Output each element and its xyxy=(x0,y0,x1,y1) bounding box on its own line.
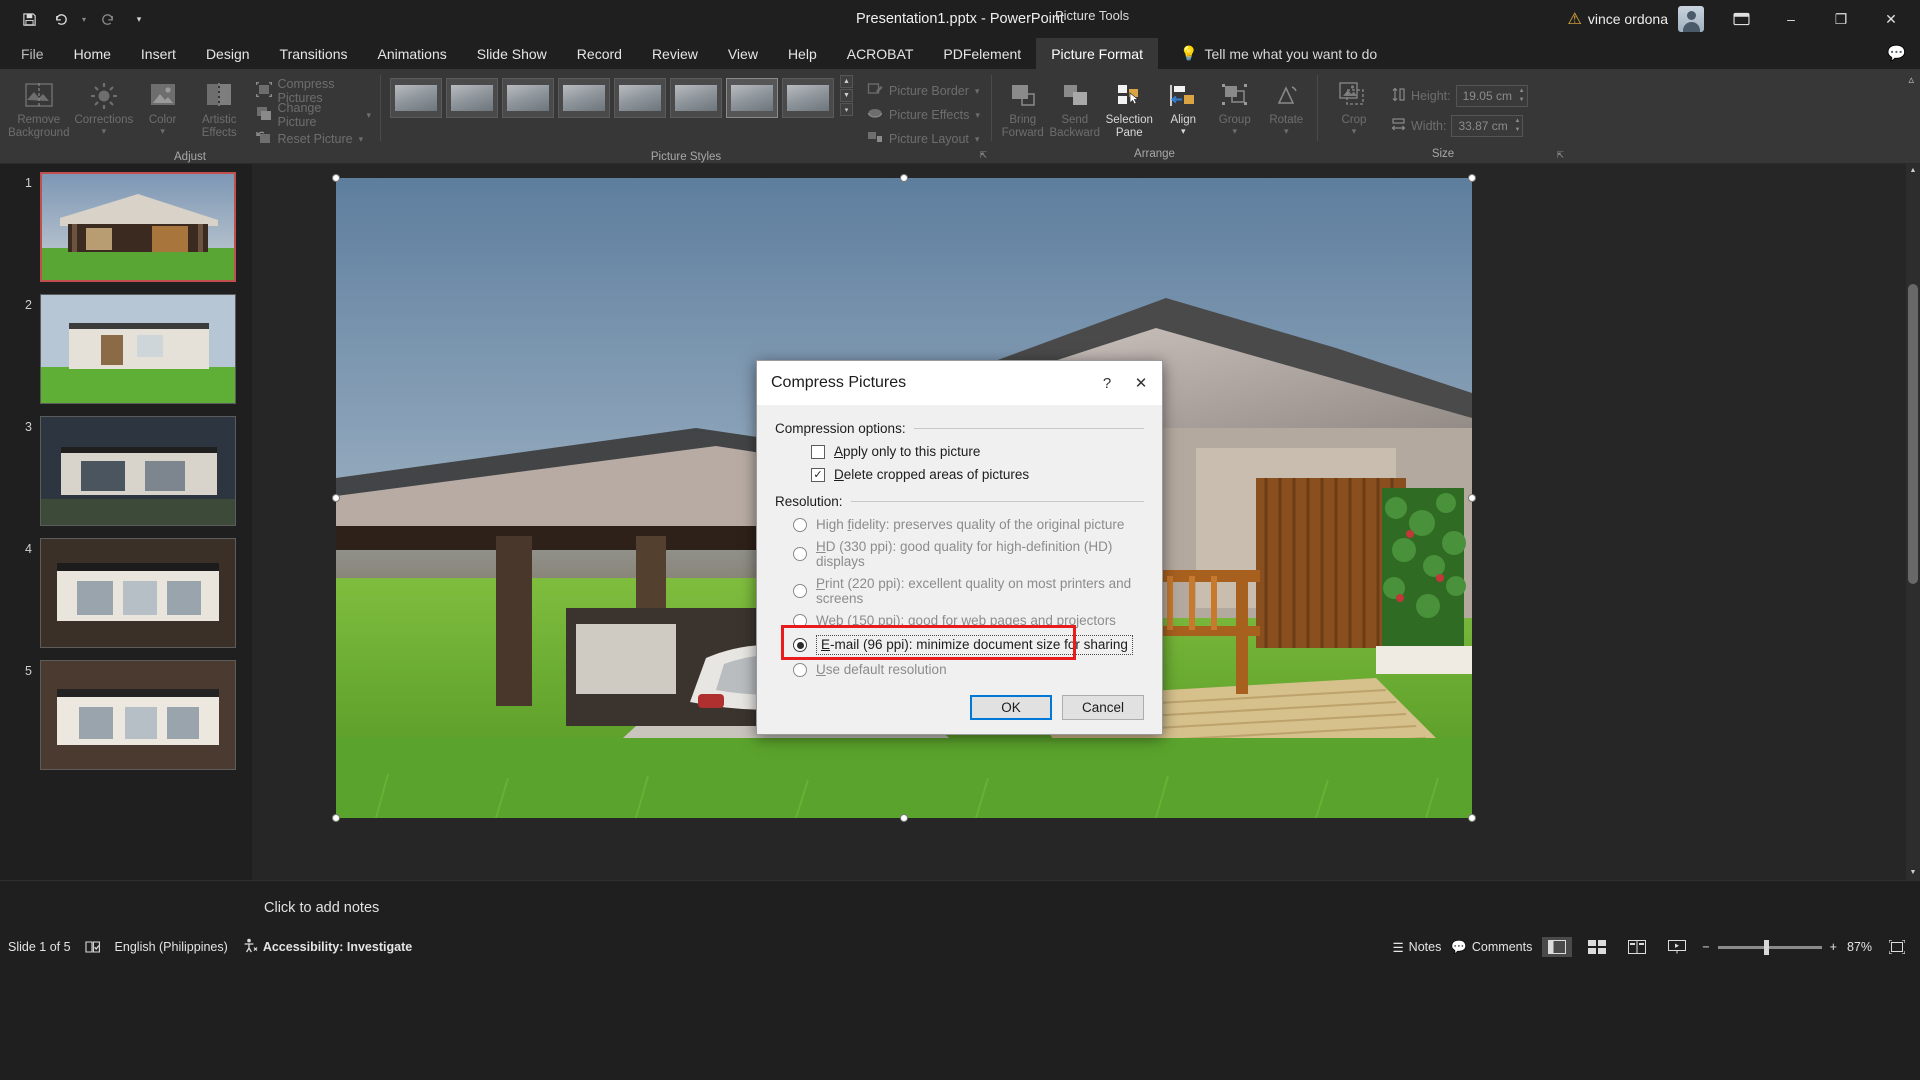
resolution-option-default[interactable]: Use default resolution xyxy=(793,662,1144,677)
radio-web[interactable] xyxy=(793,613,807,628)
radio-print-label: Print (220 ppi): excellent quality on mo… xyxy=(816,576,1132,606)
radio-use-default-label: Use default resolution xyxy=(816,662,947,677)
compression-options-header: Compression options: xyxy=(775,421,1144,436)
radio-high-fidelity[interactable] xyxy=(793,517,807,532)
apply-only-to-this-picture-label: Apply only to this picture xyxy=(834,444,981,459)
dialog-body: Compression options: Apply only to this … xyxy=(757,405,1162,677)
radio-email[interactable] xyxy=(793,638,807,652)
resolution-option-hd[interactable]: HD (330 ppi): good quality for high-defi… xyxy=(793,539,1144,569)
ok-button[interactable]: OK xyxy=(970,695,1052,720)
compression-options-label: Compression options: xyxy=(775,421,906,436)
modal-overlay: Compress Pictures ? ✕ Compression option… xyxy=(0,0,1920,1080)
compress-pictures-dialog[interactable]: Compress Pictures ? ✕ Compression option… xyxy=(756,360,1163,735)
apply-only-to-this-picture-checkbox-row[interactable]: Apply only to this picture xyxy=(811,444,1144,459)
divider xyxy=(850,501,1144,502)
resolution-label: Resolution: xyxy=(775,494,843,509)
resolution-option-print[interactable]: Print (220 ppi): excellent quality on mo… xyxy=(793,576,1144,606)
delete-cropped-areas-checkbox-row[interactable]: ✓ Delete cropped areas of pictures xyxy=(811,467,1144,482)
resolution-option-email[interactable]: E-mail (96 ppi): minimize document size … xyxy=(781,625,1144,660)
radio-print[interactable] xyxy=(793,584,807,598)
resolution-header: Resolution: xyxy=(775,494,1144,509)
radio-hd-label: HD (330 ppi): good quality for high-defi… xyxy=(816,539,1113,569)
delete-cropped-areas-label: Delete cropped areas of pictures xyxy=(834,467,1030,482)
dialog-title: Compress Pictures xyxy=(771,374,907,391)
dialog-footer: OK Cancel xyxy=(757,681,1162,734)
resolution-option-web[interactable]: Web (150 ppi): good for web pages and pr… xyxy=(793,613,1144,628)
dialog-title-bar: Compress Pictures ? ✕ xyxy=(757,361,1162,405)
radio-hd[interactable] xyxy=(793,547,807,561)
apply-only-to-this-picture-checkbox[interactable] xyxy=(811,444,825,459)
help-icon[interactable]: ? xyxy=(1090,368,1124,398)
radio-web-label: Web (150 ppi): good for web pages and pr… xyxy=(816,613,1116,628)
delete-cropped-areas-checkbox[interactable]: ✓ xyxy=(811,467,825,482)
radio-use-default[interactable] xyxy=(793,662,807,677)
resolution-option-high-fidelity[interactable]: High fidelity: preserves quality of the … xyxy=(793,517,1144,532)
radio-email-label: E-mail (96 ppi): minimize document size … xyxy=(816,635,1133,655)
close-icon[interactable]: ✕ xyxy=(1124,368,1158,398)
cancel-button[interactable]: Cancel xyxy=(1062,695,1144,720)
radio-high-fidelity-label: High fidelity: preserves quality of the … xyxy=(816,517,1125,532)
divider xyxy=(913,428,1144,429)
